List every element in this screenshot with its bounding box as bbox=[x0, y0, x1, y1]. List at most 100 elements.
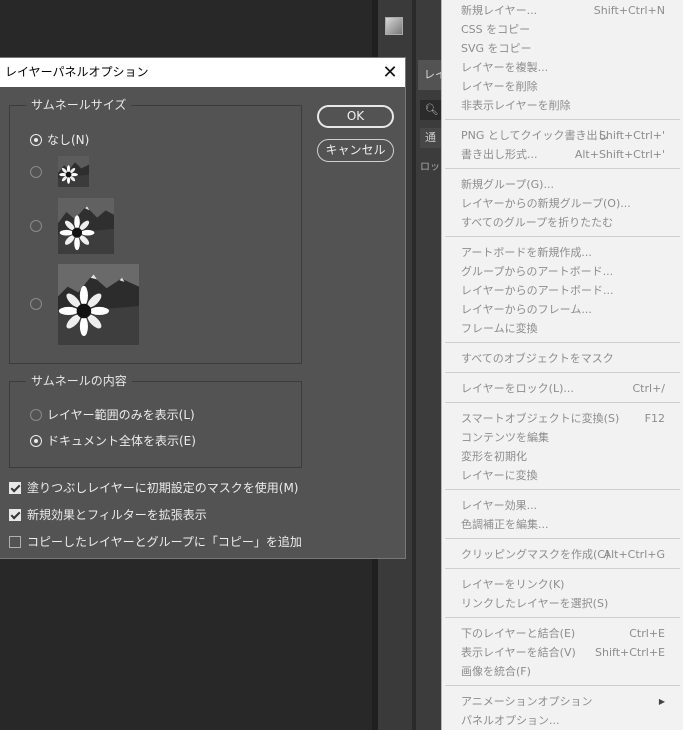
menu-item[interactable]: レイヤーをロック(L)... Ctrl+/ bbox=[461, 379, 665, 398]
menu-item-label: 色調補正を編集... bbox=[461, 518, 549, 531]
thumb-size-large-image bbox=[58, 264, 139, 345]
add-copy-suffix-label[interactable]: コピーしたレイヤーとグループに「コピー」を追加 bbox=[27, 534, 302, 550]
thumb-size-small-radio[interactable] bbox=[30, 166, 42, 178]
menu-item[interactable]: 画像を統合(F) bbox=[461, 662, 665, 681]
menu-item-label: 表示レイヤーを結合(V) bbox=[461, 646, 576, 659]
menu-item-label: アートボードを新規作成... bbox=[461, 246, 592, 259]
menu-item-label: 新規レイヤー... bbox=[461, 4, 538, 17]
menu-item[interactable]: 新規レイヤー... Shift+Ctrl+N bbox=[461, 1, 665, 20]
menu-item-label: スマートオブジェクトに変換(S) bbox=[461, 412, 620, 425]
menu-item[interactable]: レイヤーに変換 bbox=[461, 466, 665, 485]
submenu-arrow-icon: ▶ bbox=[658, 697, 665, 706]
menu-separator bbox=[445, 685, 680, 686]
add-copy-suffix-checkbox[interactable] bbox=[9, 536, 21, 548]
menu-item[interactable]: レイヤーを削除 bbox=[461, 77, 665, 96]
menu-item-shortcut: Shift+Ctrl+N bbox=[593, 4, 665, 17]
menu-item[interactable]: すべてのグループを折りたたむ bbox=[461, 213, 665, 232]
menu-item-label: CSS をコピー bbox=[461, 23, 531, 36]
menu-item[interactable]: PNG としてクイック書き出し Shift+Ctrl+' bbox=[461, 126, 665, 145]
menu-item-shortcut: Ctrl+/ bbox=[632, 382, 666, 395]
menu-item-label: フレームに変換 bbox=[461, 322, 538, 335]
menu-item[interactable]: 下のレイヤーと結合(E) Ctrl+E bbox=[461, 624, 665, 643]
menu-separator bbox=[445, 402, 680, 403]
layers-panel-options-dialog: レイヤーパネルオプション ✕ サムネールサイズ なし(N) サムネールの内容 レ… bbox=[0, 57, 406, 559]
expand-new-effects-checkbox[interactable] bbox=[9, 509, 21, 521]
thumb-size-none-label[interactable]: なし(N) bbox=[47, 132, 89, 148]
thumb-size-medium-radio[interactable] bbox=[30, 220, 42, 232]
menu-item[interactable]: スマートオブジェクトに変換(S) F12 bbox=[461, 409, 665, 428]
lock-label: ロック bbox=[420, 162, 443, 173]
thumb-content-layer-bounds-radio[interactable] bbox=[30, 409, 42, 421]
menu-item-label: クリッピングマスクを作成(C) bbox=[461, 548, 610, 561]
menu-item[interactable]: フレームに変換 bbox=[461, 319, 665, 338]
menu-item[interactable]: レイヤーからのアートボード... bbox=[461, 281, 665, 300]
thumb-size-none-radio[interactable] bbox=[30, 134, 42, 146]
menu-item[interactable]: CSS をコピー bbox=[461, 20, 665, 39]
thumb-size-small-image bbox=[58, 156, 89, 187]
menu-item[interactable]: レイヤーからの新規グループ(O)... bbox=[461, 194, 665, 213]
menu-item-label: レイヤーを削除 bbox=[461, 80, 538, 93]
menu-item-label: PNG としてクイック書き出し bbox=[461, 129, 609, 142]
use-default-mask-checkbox[interactable] bbox=[9, 482, 21, 494]
cancel-button[interactable]: キャンセル bbox=[317, 139, 394, 162]
menu-item[interactable]: 新規グループ(G)... bbox=[461, 175, 665, 194]
menu-item[interactable]: すべてのオブジェクトをマスク bbox=[461, 349, 665, 368]
menu-item-label: グループからのアートボード... bbox=[461, 265, 614, 278]
menu-item[interactable]: 変形を初期化 bbox=[461, 447, 665, 466]
menu-item[interactable]: SVG をコピー bbox=[461, 39, 665, 58]
menu-item-label: 新規グループ(G)... bbox=[461, 178, 554, 191]
thumb-size-large-radio[interactable] bbox=[30, 298, 42, 310]
dialog-titlebar: レイヤーパネルオプション ✕ bbox=[0, 58, 405, 87]
menu-item[interactable]: 表示レイヤーを結合(V) Shift+Ctrl+E bbox=[461, 643, 665, 662]
thumb-content-layer-bounds-label[interactable]: レイヤー範囲のみを表示(L) bbox=[47, 407, 195, 423]
menu-item[interactable]: アートボードを新規作成... bbox=[461, 243, 665, 262]
menu-item[interactable]: コンテンツを編集 bbox=[461, 428, 665, 447]
menu-item-label: 非表示レイヤーを削除 bbox=[461, 99, 571, 112]
menu-item-label: パネルオプション... bbox=[461, 714, 560, 727]
menu-item-shortcut: F12 bbox=[644, 412, 665, 425]
menu-separator bbox=[445, 489, 680, 490]
menu-item[interactable]: レイヤーをリンク(K) bbox=[461, 575, 665, 594]
menu-item-shortcut: Alt+Shift+Ctrl+' bbox=[574, 148, 665, 161]
menu-item-label: すべてのオブジェクトをマスク bbox=[461, 352, 614, 365]
use-default-mask-label[interactable]: 塗りつぶしレイヤーに初期設定のマスクを使用(M) bbox=[27, 480, 298, 496]
menu-item[interactable]: アニメーションオプション ▶ bbox=[461, 692, 665, 711]
layers-panel-tab[interactable]: レイ bbox=[418, 60, 443, 90]
thumbnail-content-group: サムネールの内容 bbox=[9, 373, 302, 468]
expand-new-effects-label[interactable]: 新規効果とフィルターを拡張表示 bbox=[27, 507, 207, 523]
menu-item[interactable]: レイヤーからのフレーム... bbox=[461, 300, 665, 319]
close-icon[interactable]: ✕ bbox=[375, 58, 405, 87]
menu-item-label: 画像を統合(F) bbox=[461, 665, 531, 678]
blend-mode-select[interactable]: 通 bbox=[420, 128, 443, 148]
menu-item[interactable]: 書き出し形式... Alt+Shift+Ctrl+' bbox=[461, 145, 665, 164]
menu-separator bbox=[445, 617, 680, 618]
menu-item-shortcut: Shift+Ctrl+' bbox=[598, 129, 665, 142]
menu-item[interactable]: レイヤー効果... bbox=[461, 496, 665, 515]
dialog-title: レイヤーパネルオプション bbox=[5, 65, 149, 79]
thumbnail-content-legend: サムネールの内容 bbox=[26, 373, 132, 389]
search-icon[interactable]: 🔍︎ bbox=[420, 100, 443, 120]
menu-item-label: レイヤー効果... bbox=[461, 499, 538, 512]
menu-item[interactable]: 色調補正を編集... bbox=[461, 515, 665, 534]
menu-item-shortcut: Ctrl+E bbox=[629, 627, 665, 640]
menu-item-label: 変形を初期化 bbox=[461, 450, 527, 463]
menu-item[interactable]: パネルオプション... bbox=[461, 711, 665, 730]
menu-item-label: レイヤーからのフレーム... bbox=[461, 303, 592, 316]
menu-item-shortcut: Alt+Ctrl+G bbox=[603, 548, 665, 561]
swatch-tool-icon[interactable] bbox=[385, 17, 403, 35]
menu-item-shortcut: Shift+Ctrl+E bbox=[595, 646, 665, 659]
menu-item-label: コンテンツを編集 bbox=[461, 431, 549, 444]
menu-item[interactable]: リンクしたレイヤーを選択(S) bbox=[461, 594, 665, 613]
menu-separator bbox=[445, 168, 680, 169]
thumbnail-size-legend: サムネールサイズ bbox=[26, 97, 132, 113]
thumb-content-entire-doc-radio[interactable] bbox=[30, 435, 42, 447]
thumb-content-entire-doc-label[interactable]: ドキュメント全体を表示(E) bbox=[47, 433, 196, 449]
menu-item[interactable]: グループからのアートボード... bbox=[461, 262, 665, 281]
menu-item[interactable]: クリッピングマスクを作成(C) Alt+Ctrl+G bbox=[461, 545, 665, 564]
menu-item-label: レイヤーからのアートボード... bbox=[461, 284, 614, 297]
menu-item[interactable]: レイヤーを複製... bbox=[461, 58, 665, 77]
menu-item[interactable]: 非表示レイヤーを削除 bbox=[461, 96, 665, 115]
ok-button[interactable]: OK bbox=[317, 105, 394, 128]
menu-separator bbox=[445, 236, 680, 237]
menu-item-label: すべてのグループを折りたたむ bbox=[461, 216, 614, 229]
